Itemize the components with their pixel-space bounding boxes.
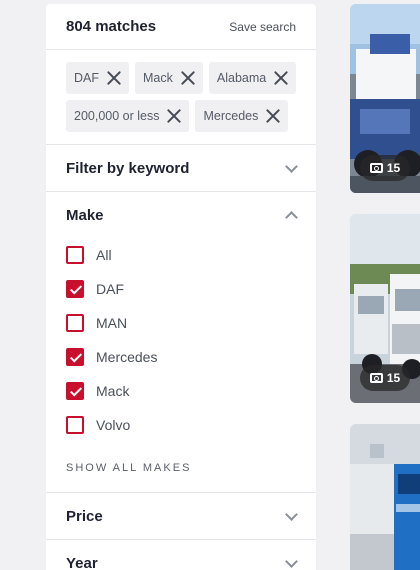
make-label: Volvo [96,417,131,433]
filter-chip-mileage[interactable]: 200,000 or less [66,100,190,132]
listing-photo[interactable]: 15 [350,214,420,403]
section-title: Year [66,554,98,570]
chip-label: DAF [74,71,99,85]
chip-label: 200,000 or less [74,109,160,123]
year-section: Year [46,540,316,570]
checkbox[interactable] [66,416,84,434]
make-section: Make All DAF MAN Mercedes Mack Volvo SHO… [46,192,316,493]
close-icon[interactable] [272,69,290,87]
keyword-section-toggle[interactable]: Filter by keyword [46,145,316,191]
camera-icon [369,373,383,383]
make-label: All [96,247,112,263]
photo-count: 15 [386,371,401,385]
chip-label: Mercedes [203,109,259,123]
keyword-section: Filter by keyword [46,145,316,192]
section-title: Price [66,507,103,525]
chip-label: Alabama [216,71,267,85]
make-option-man[interactable]: MAN [66,306,296,340]
close-icon[interactable] [179,69,197,87]
checkbox[interactable] [66,280,84,298]
filter-chip-mercedes[interactable]: Mercedes [195,100,289,132]
filter-chip-alabama[interactable]: Alabama [208,62,297,94]
year-section-toggle[interactable]: Year [46,540,316,570]
make-option-daf[interactable]: DAF [66,272,296,306]
chip-label: Mack [143,71,173,85]
match-count: 804 matches [66,18,157,35]
make-section-toggle[interactable]: Make [46,192,316,238]
make-option-mercedes[interactable]: Mercedes [66,340,296,374]
price-section: Price [46,493,316,540]
filter-chip-daf[interactable]: DAF [66,62,129,94]
results-header: 804 matches Save search [46,4,316,50]
filter-panel: 804 matches Save search DAF Mack Alabama… [46,4,316,570]
checkbox[interactable] [66,314,84,332]
close-icon[interactable] [105,69,123,87]
chevron-down-icon [286,558,296,568]
chevron-up-icon [286,210,296,220]
make-label: MAN [96,315,128,331]
make-option-all[interactable]: All [66,238,296,272]
active-filter-chips: DAF Mack Alabama 200,000 or less Mercede… [46,50,316,145]
chevron-down-icon [286,163,296,173]
make-option-mack[interactable]: Mack [66,374,296,408]
filter-chip-mack[interactable]: Mack [135,62,203,94]
show-all-makes-link[interactable]: SHOW ALL MAKES [66,442,296,492]
make-label: Mercedes [96,349,158,365]
photo-count-badge: 15 [360,365,410,391]
close-icon[interactable] [264,107,282,125]
checkbox[interactable] [66,348,84,366]
checkbox[interactable] [66,382,84,400]
make-checkbox-list: All DAF MAN Mercedes Mack Volvo SHOW ALL… [46,238,316,492]
save-search-link[interactable]: Save search [229,20,296,34]
listing-photo[interactable] [350,424,420,570]
checkbox[interactable] [66,246,84,264]
make-option-volvo[interactable]: Volvo [66,408,296,442]
chevron-down-icon [286,511,296,521]
make-label: DAF [96,281,124,297]
close-icon[interactable] [165,107,183,125]
photo-count: 15 [386,161,401,175]
section-title: Filter by keyword [66,159,190,177]
section-title: Make [66,206,104,224]
camera-icon [369,163,383,173]
price-section-toggle[interactable]: Price [46,493,316,539]
make-label: Mack [96,383,130,399]
photo-count-badge: 15 [360,155,410,181]
listing-photo[interactable]: 15 [350,4,420,193]
